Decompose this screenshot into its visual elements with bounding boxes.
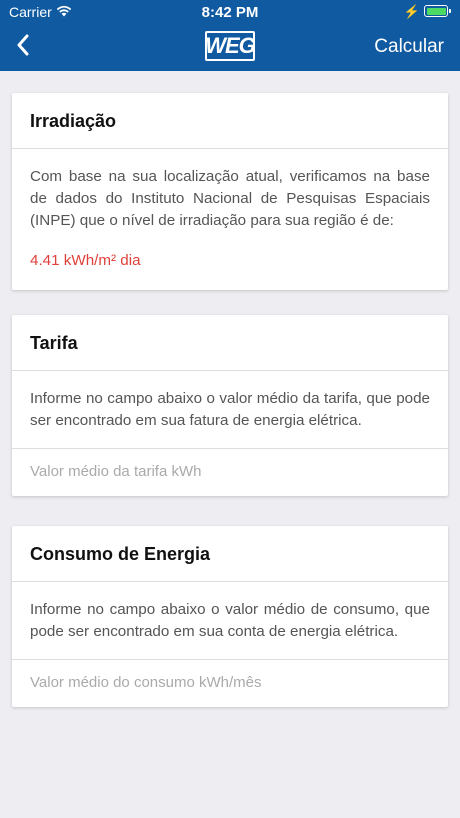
irradiation-title: Irradiação [12, 93, 448, 149]
consumption-title: Consumo de Energia [12, 526, 448, 582]
tariff-title: Tarifa [12, 315, 448, 371]
status-time: 8:42 PM [201, 4, 259, 21]
consumption-card: Consumo de Energia Informe no campo abai… [12, 526, 448, 707]
irradiation-content: Com base na sua localização atual, verif… [12, 149, 448, 290]
tariff-description: Informe no campo abaixo o valor médio da… [30, 390, 430, 429]
chevron-left-icon [16, 34, 30, 61]
navigation-bar: WEG Calcular [0, 24, 460, 71]
consumption-input[interactable] [30, 674, 430, 691]
irradiation-description: Com base na sua localização atual, verif… [30, 168, 430, 229]
weg-logo: WEG [205, 31, 256, 61]
top-bar: Carrier 8:42 PM ⚡ WEG Calcular [0, 0, 460, 71]
calculate-button[interactable]: Calcular [374, 36, 444, 58]
consumption-description: Informe no campo abaixo o valor médio de… [30, 601, 430, 640]
tariff-input[interactable] [30, 463, 430, 480]
charging-icon: ⚡ [403, 4, 420, 19]
battery-icon [424, 5, 451, 17]
back-button[interactable] [6, 30, 40, 64]
irradiation-value: 4.41 kWh/m² dia [30, 252, 141, 269]
status-bar: Carrier 8:42 PM ⚡ [0, 0, 460, 24]
tariff-card: Tarifa Informe no campo abaixo o valor m… [12, 315, 448, 496]
tariff-field [12, 448, 448, 496]
consumption-field [12, 659, 448, 707]
irradiation-card: Irradiação Com base na sua localização a… [12, 93, 448, 290]
